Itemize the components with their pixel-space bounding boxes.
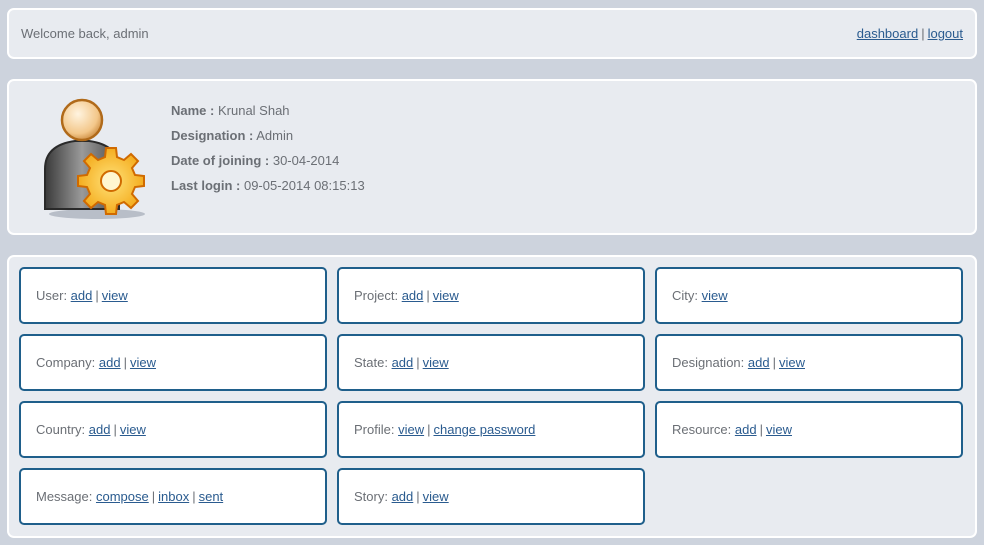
nav-separator: | [921, 26, 925, 41]
module-card-story: Story: add | view [337, 468, 645, 525]
module-label: User: [36, 288, 71, 303]
module-label: Designation: [672, 355, 748, 370]
module-card-project: Project: add | view [337, 267, 645, 324]
modules-panel: User: add | view Company: add | view Country: … [7, 255, 977, 538]
link-separator: | [416, 489, 420, 504]
link-separator: | [151, 489, 156, 504]
header-nav: dashboard | logout [857, 26, 963, 41]
module-label: City: [672, 288, 702, 303]
link-separator: | [192, 489, 196, 504]
module-label: Resource: [672, 422, 735, 437]
module-label: State: [354, 355, 392, 370]
profile-view-link[interactable]: view [398, 422, 424, 437]
state-add-link[interactable]: add [392, 355, 414, 370]
module-card-user: User: add | view [19, 267, 327, 324]
profile-field-joining-date: Date of joining : 30-04-2014 [171, 153, 340, 168]
module-card-company: Company: add | view [19, 334, 327, 391]
designation-view-link[interactable]: view [779, 355, 805, 370]
logout-link[interactable]: logout [928, 26, 963, 41]
message-sent-link[interactable]: sent [199, 489, 224, 504]
link-separator: | [123, 355, 127, 370]
link-separator: | [95, 288, 99, 303]
module-label: Message: [36, 489, 96, 504]
link-separator: | [427, 422, 431, 437]
module-label: Project: [354, 288, 402, 303]
link-separator: | [759, 422, 763, 437]
profile-panel: Name : Krunal Shah Designation : Admin D… [7, 79, 977, 235]
welcome-text: Welcome back, admin [21, 26, 149, 41]
module-label: Story: [354, 489, 392, 504]
designation-add-link[interactable]: add [748, 355, 770, 370]
module-card-message: Message: compose | inbox | sent [19, 468, 327, 525]
profile-last-login-value: 09-05-2014 08:15:13 [243, 178, 365, 193]
user-add-link[interactable]: add [71, 288, 93, 303]
country-add-link[interactable]: add [89, 422, 111, 437]
company-view-link[interactable]: view [130, 355, 156, 370]
resource-add-link[interactable]: add [735, 422, 757, 437]
profile-field-name: Name : Krunal Shah [171, 103, 290, 118]
module-card-city: City: view [655, 267, 963, 324]
module-card-resource: Resource: add | view [655, 401, 963, 458]
link-separator: | [416, 355, 420, 370]
city-view-link[interactable]: view [702, 288, 728, 303]
profile-field-last-login: Last login : 09-05-2014 08:15:13 [171, 178, 365, 193]
state-view-link[interactable]: view [423, 355, 449, 370]
profile-designation-value: Admin [256, 128, 294, 143]
message-inbox-link[interactable]: inbox [158, 489, 189, 504]
link-separator: | [113, 422, 117, 437]
story-view-link[interactable]: view [423, 489, 449, 504]
profile-name-value: Krunal Shah [217, 103, 290, 118]
header-bar: Welcome back, admin dashboard | logout [7, 8, 977, 59]
module-card-designation: Designation: add | view [655, 334, 963, 391]
profile-info: Name : Krunal Shah Designation : Admin D… [171, 98, 365, 198]
profile-joining-date-value: 30-04-2014 [272, 153, 340, 168]
link-separator: | [772, 355, 776, 370]
company-add-link[interactable]: add [99, 355, 121, 370]
link-separator: | [426, 288, 430, 303]
user-view-link[interactable]: view [102, 288, 128, 303]
module-card-state: State: add | view [337, 334, 645, 391]
message-compose-link[interactable]: compose [96, 489, 149, 504]
module-label: Country: [36, 422, 89, 437]
module-label: Company: [36, 355, 99, 370]
profile-change-password-link[interactable]: change password [433, 422, 535, 437]
country-view-link[interactable]: view [120, 422, 146, 437]
module-card-country: Country: add | view [19, 401, 327, 458]
admin-user-gear-icon [44, 98, 145, 219]
module-card-profile: Profile: view | change password [337, 401, 645, 458]
project-add-link[interactable]: add [402, 288, 424, 303]
resource-view-link[interactable]: view [766, 422, 792, 437]
module-label: Profile: [354, 422, 399, 437]
dashboard-link[interactable]: dashboard [857, 26, 918, 41]
story-add-link[interactable]: add [392, 489, 414, 504]
profile-field-designation: Designation : Admin [171, 128, 294, 143]
project-view-link[interactable]: view [433, 288, 459, 303]
